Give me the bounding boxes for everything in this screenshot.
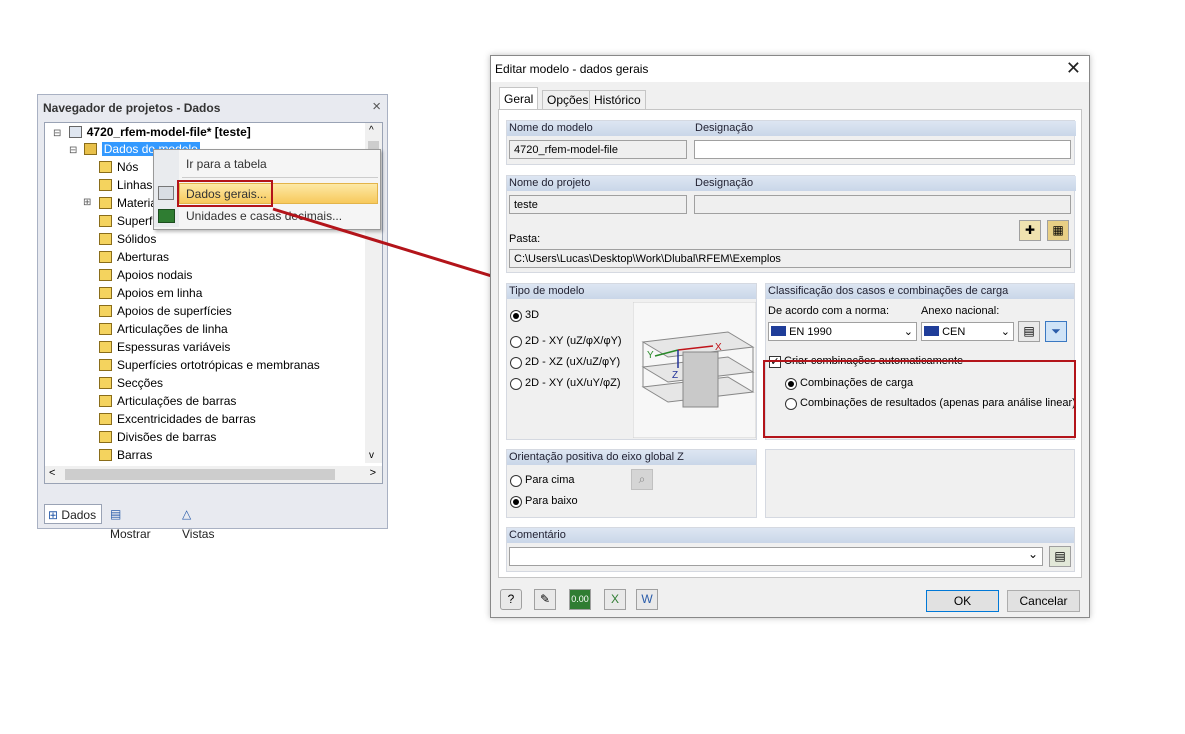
z-down-label[interactable]: Para baixo bbox=[525, 495, 578, 507]
dialog-title: Editar modelo - dados gerais bbox=[495, 62, 649, 76]
tab-geral[interactable]: Geral bbox=[499, 87, 539, 111]
model-type-2d-xy-label[interactable]: 2D - XY (uZ/φX/φY) bbox=[525, 335, 622, 347]
folder-label: Pasta: bbox=[509, 233, 541, 245]
comment-field[interactable] bbox=[509, 547, 1043, 566]
model-name-field[interactable]: 4720_rfem-model-file bbox=[509, 140, 687, 159]
chevron-down-icon: ⌄ bbox=[1000, 326, 1010, 338]
dialog-close-icon[interactable]: ✕ bbox=[1066, 58, 1081, 79]
project-manager-icon[interactable]: ▦ bbox=[1047, 220, 1069, 241]
empty-group bbox=[765, 449, 1075, 518]
filter-icon[interactable]: ⏷ bbox=[1045, 321, 1067, 342]
new-project-icon[interactable]: ✚ bbox=[1019, 220, 1041, 241]
model-type-3d-radio[interactable] bbox=[510, 310, 522, 322]
comment-group: Comentário ⌄ ▤ bbox=[506, 527, 1075, 572]
annex-select[interactable]: CEN ⌄ bbox=[921, 322, 1014, 341]
z-orientation-label: Orientação positiva do eixo global Z bbox=[507, 450, 756, 465]
tab-historico[interactable]: Histórico bbox=[589, 90, 646, 110]
model-name-group: Nome do modelo Designação 4720_rfem-mode… bbox=[506, 120, 1076, 165]
model-type-2d-xz-label[interactable]: 2D - XZ (uX/uZ/φY) bbox=[525, 356, 620, 368]
model-type-label: Tipo de modelo bbox=[507, 284, 756, 299]
cancel-button[interactable]: Cancelar bbox=[1007, 590, 1080, 612]
project-name-field[interactable]: teste bbox=[509, 195, 687, 214]
model-type-3d-label[interactable]: 3D bbox=[525, 309, 539, 321]
dialog-titlebar: Editar modelo - dados gerais ✕ bbox=[491, 56, 1089, 82]
comment-edit-icon[interactable]: ▤ bbox=[1049, 546, 1071, 567]
z-orientation-group: Orientação positiva do eixo global Z Par… bbox=[506, 449, 757, 518]
z-up-label[interactable]: Para cima bbox=[525, 474, 575, 486]
classification-label: Classificação dos casos e combinações de… bbox=[766, 284, 1074, 299]
edit-icon[interactable]: ✎ bbox=[534, 589, 556, 610]
model-type-preview-image: X Y Z bbox=[633, 302, 756, 438]
norm-select[interactable]: EN 1990 ⌄ bbox=[768, 322, 917, 341]
model-type-2d-xz-radio[interactable] bbox=[510, 357, 522, 369]
chevron-down-icon[interactable]: ⌄ bbox=[1028, 547, 1038, 561]
annex-label: Anexo nacional: bbox=[921, 305, 1000, 317]
z-down-radio[interactable] bbox=[510, 496, 522, 508]
export-word-icon[interactable]: W bbox=[636, 589, 658, 610]
z-preview-icon: ⌕ bbox=[631, 469, 653, 490]
axis-y-label: Y bbox=[647, 350, 654, 361]
model-type-2d-xy2-radio[interactable] bbox=[510, 378, 522, 390]
project-group: Nome do projeto Designação teste ✚ ▦ Pas… bbox=[506, 175, 1076, 273]
chevron-down-icon: ⌄ bbox=[903, 326, 913, 338]
model-designation-field[interactable] bbox=[694, 140, 1071, 159]
eu-flag-icon bbox=[771, 326, 786, 336]
model-type-2d-xy2-label[interactable]: 2D - XY (uX/uY/φZ) bbox=[525, 377, 621, 389]
model-designation-label: Designação bbox=[693, 121, 1076, 136]
model-type-2d-xy-radio[interactable] bbox=[510, 336, 522, 348]
axis-x-label: X bbox=[715, 342, 722, 353]
eu-flag-icon bbox=[924, 326, 939, 336]
norm-label: De acordo com a norma: bbox=[768, 305, 890, 317]
axis-z-label: Z bbox=[672, 370, 678, 381]
edit-model-dialog: Editar modelo - dados gerais ✕ Geral Opç… bbox=[490, 55, 1090, 618]
model-type-group: Tipo de modelo 3D 2D - XY (uZ/φX/φY) 2D … bbox=[506, 283, 757, 440]
project-designation-label: Designação bbox=[693, 176, 1076, 191]
comment-label: Comentário bbox=[507, 528, 1074, 543]
folder-field[interactable]: C:\Users\Lucas\Desktop\Work\Dlubal\RFEM\… bbox=[509, 249, 1071, 268]
highlight-box-combinations bbox=[763, 360, 1076, 438]
norm-settings-icon[interactable]: ▤ bbox=[1018, 321, 1040, 342]
model-name-label: Nome do modelo bbox=[507, 121, 693, 136]
help-icon[interactable]: ? bbox=[500, 589, 522, 610]
tab-opcoes[interactable]: Opções bbox=[542, 90, 594, 110]
z-up-radio[interactable] bbox=[510, 475, 522, 487]
project-name-label: Nome do projeto bbox=[507, 176, 693, 191]
tab-page-geral: Nome do modelo Designação 4720_rfem-mode… bbox=[498, 109, 1082, 578]
ok-button[interactable]: OK bbox=[926, 590, 999, 612]
export-excel-icon[interactable]: X bbox=[604, 589, 626, 610]
units-icon[interactable]: 0.00 bbox=[569, 589, 591, 610]
project-designation-field[interactable] bbox=[694, 195, 1071, 214]
